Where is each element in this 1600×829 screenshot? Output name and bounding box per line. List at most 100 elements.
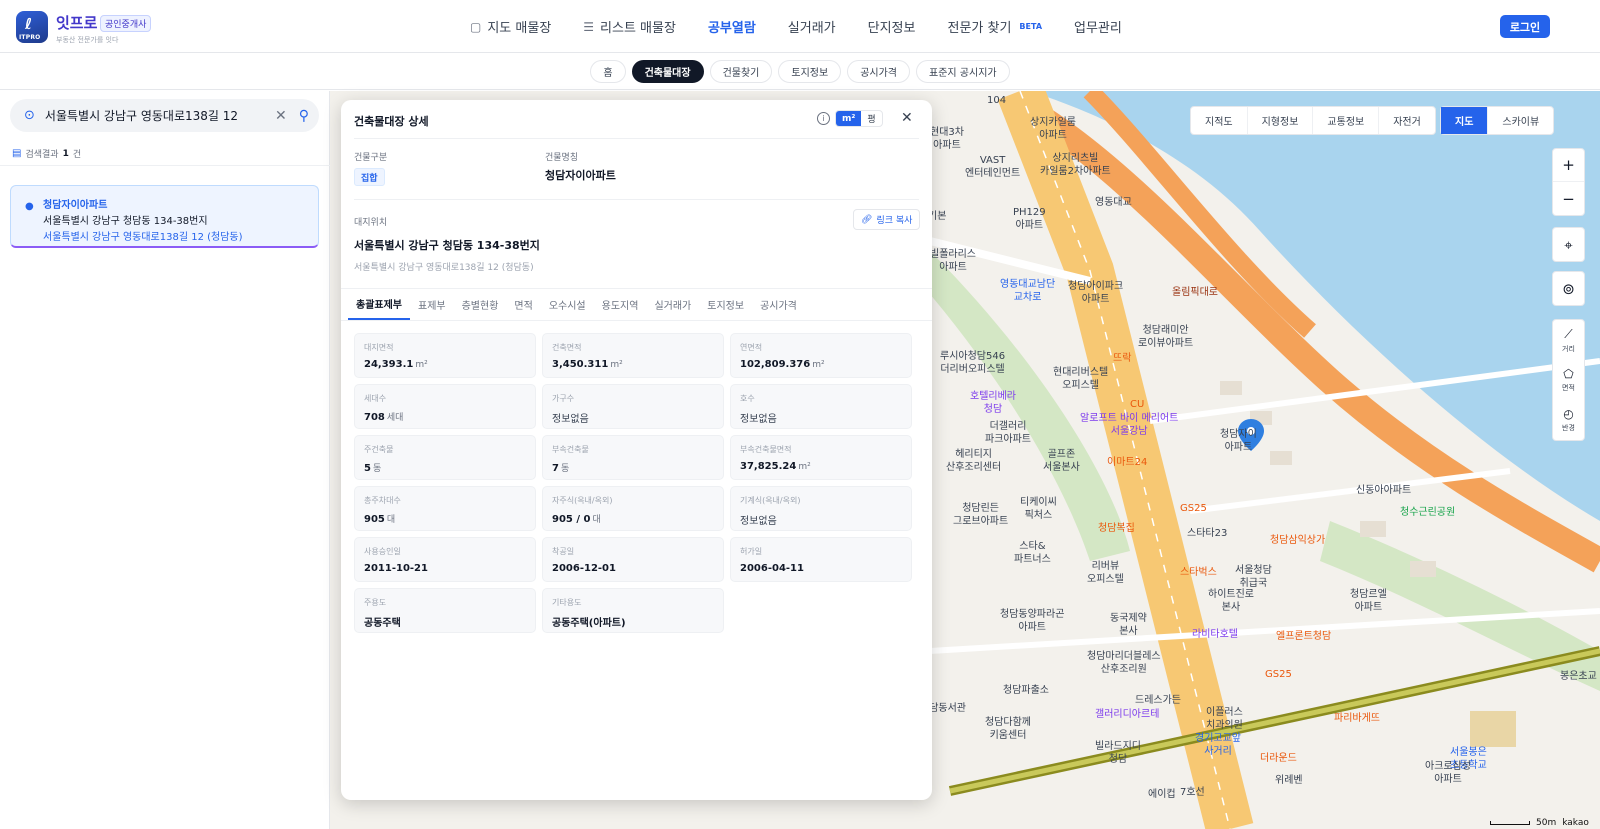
map-label-3[interactable]: VAST 엔터테인먼트	[965, 155, 1020, 180]
zoom-out-button[interactable]: −	[1553, 182, 1584, 215]
nav-item-4[interactable]: 단지정보	[868, 17, 916, 36]
map-label-23[interactable]: 이마트24	[1107, 457, 1147, 470]
search-input[interactable]: 서울특별시 강남구 영동대로138길 12	[45, 107, 275, 124]
map-label-58[interactable]: 7호선	[1180, 787, 1205, 800]
search-bar[interactable]: ⊙ 서울특별시 강남구 영동대로138길 12 ✕ ⚲	[10, 99, 319, 132]
copy-link-button[interactable]: 🔗︎ 링크 복사	[853, 209, 921, 230]
map-label-13[interactable]: 루시아청담546 더리버오피스텔	[940, 351, 1005, 376]
map-label-57[interactable]: 에이컵	[1148, 789, 1176, 802]
map-label-27[interactable]: 청수근린공원	[1400, 507, 1455, 520]
map-label-15[interactable]: 현대리버스텔 오피스텔	[1053, 367, 1108, 392]
map-label-54[interactable]: 빌라드지디 청담	[1095, 741, 1141, 766]
map-label-47[interactable]: 청담다함께 키움센터	[985, 717, 1031, 742]
map-label-35[interactable]: 서울청담 취급국	[1235, 565, 1272, 590]
map-label-39[interactable]: 동국제약 본사	[1110, 613, 1147, 638]
subnav-pill-4[interactable]: 공시가격	[847, 59, 911, 83]
map-label-44[interactable]: 청담파출소	[1003, 685, 1049, 698]
map-label-21[interactable]: 헤리티지 산후조리센터	[946, 449, 1001, 474]
map-view-button-0[interactable]: 지도	[1441, 107, 1489, 134]
map-label-34[interactable]: 스타벅스	[1180, 567, 1217, 580]
map-label-36[interactable]: 하이트진로 본사	[1208, 589, 1254, 614]
brand-name[interactable]: 잇프로	[56, 12, 97, 33]
map-label-28[interactable]: 청담린든 그로브아파트	[953, 503, 1008, 528]
search-icon[interactable]: ⚲	[299, 108, 309, 124]
map-label-10[interactable]: 청담아이파크 아파트	[1068, 281, 1123, 306]
radius-tool-button[interactable]: ◴ 반경	[1553, 400, 1584, 440]
map-label-38[interactable]: 청담동양파라곤 아파트	[1000, 609, 1064, 634]
map-label-26[interactable]: GS25	[1180, 503, 1207, 516]
roadview-button[interactable]: ⊚	[1553, 272, 1584, 305]
map-label-7[interactable]: PH129 아파트	[1013, 207, 1046, 232]
map-layer-button-1[interactable]: 지형정보	[1248, 107, 1314, 134]
tab-2[interactable]: 층별현황	[454, 289, 507, 320]
map-label-29[interactable]: 청담복집	[1098, 523, 1135, 536]
close-icon[interactable]: ✕	[901, 110, 913, 126]
subnav-pill-1[interactable]: 건축물대장	[631, 59, 704, 83]
map-label-30[interactable]: 스타& 파트너스	[1014, 541, 1051, 566]
nav-item-0[interactable]: ▢ 지도 매물장	[470, 17, 551, 37]
map-label-24[interactable]: 신동아아파트	[1356, 485, 1411, 498]
map-label-40[interactable]: 라비타호텔	[1192, 629, 1238, 642]
map-label-16[interactable]: 호텔리베라 청담	[970, 391, 1016, 416]
map-label-5[interactable]: 영동대교	[1095, 197, 1132, 210]
map-label-0[interactable]: 104	[987, 95, 1006, 108]
subnav-pill-2[interactable]: 건물찾기	[709, 59, 773, 83]
current-location-button[interactable]: ⌖	[1553, 228, 1584, 261]
map-label-12[interactable]: 청담래미안 로이뷰아파트	[1138, 325, 1193, 350]
tab-7[interactable]: 토지정보	[699, 289, 752, 320]
tab-0[interactable]: 총괄표제부	[348, 289, 410, 320]
map-label-48[interactable]: 갤러리디아르테	[1095, 709, 1159, 722]
map-label-51[interactable]: 경기고교앞 사거리	[1195, 733, 1241, 758]
map-label-19[interactable]: 더갤러리 파크아파트	[985, 421, 1031, 446]
map-label-20[interactable]: 청담자이 아파트	[1220, 429, 1257, 454]
map-label-18[interactable]: CU	[1130, 399, 1144, 412]
map-label-9[interactable]: 영동대교남단 교차로	[1000, 279, 1055, 304]
tab-1[interactable]: 표제부	[410, 289, 454, 320]
nav-item-5[interactable]: 전문가 찾기 BETA	[947, 17, 1042, 36]
map-label-4[interactable]: 상지리츠빌 카일룸2차아파트	[1040, 153, 1111, 178]
tab-3[interactable]: 면적	[506, 289, 540, 320]
zoom-in-button[interactable]: +	[1553, 149, 1584, 182]
map-label-56[interactable]: 위례벤	[1275, 775, 1303, 788]
tab-6[interactable]: 실거래가	[646, 289, 699, 320]
clear-icon[interactable]: ✕	[275, 108, 287, 124]
map-label-2[interactable]: 현대3차 아파트	[930, 127, 964, 152]
tab-8[interactable]: 공시가격	[752, 289, 805, 320]
subnav-pill-0[interactable]: 홈	[590, 59, 626, 83]
area-tool-button[interactable]: ⬠ 면적	[1553, 360, 1584, 400]
distance-tool-button[interactable]: ⟋ 거리	[1553, 320, 1584, 360]
map-layer-button-2[interactable]: 교통정보	[1313, 107, 1380, 134]
map-label-22[interactable]: 골프존 서울본사	[1043, 449, 1080, 474]
unit-pyeong-button[interactable]: 평	[861, 111, 881, 126]
map-label-33[interactable]: 리버뷰 오피스텔	[1087, 561, 1124, 586]
map-label-31[interactable]: 스타타23	[1187, 528, 1227, 541]
unit-m2-button[interactable]: m²	[836, 111, 862, 126]
map-label-37[interactable]: 청담르엘 아파트	[1350, 589, 1387, 614]
login-button[interactable]: 로그인	[1500, 15, 1550, 38]
tab-5[interactable]: 용도지역	[594, 289, 647, 320]
info-icon[interactable]: i	[817, 112, 830, 125]
tab-4[interactable]: 오수시설	[541, 289, 594, 320]
map-label-32[interactable]: 청담삼익상가	[1270, 535, 1325, 548]
map-label-41[interactable]: 엘프론트청담	[1276, 631, 1331, 644]
map-label-17[interactable]: 알로프트 바이 메리어트 서울강남	[1080, 413, 1178, 438]
search-result-item[interactable]: ● 청담자이아파트 서울특별시 강남구 청담동 134-38번지 서울특별시 강…	[10, 185, 319, 248]
map-label-49[interactable]: 이플러스 치과의원	[1206, 707, 1243, 732]
map-view-button-1[interactable]: 스카이뷰	[1488, 107, 1553, 134]
nav-item-6[interactable]: 업무관리	[1074, 17, 1122, 36]
subnav-pill-3[interactable]: 토지정보	[778, 59, 842, 83]
map-label-43[interactable]: GS25	[1265, 669, 1292, 682]
map-layer-button-0[interactable]: 지적도	[1191, 107, 1248, 134]
map-label-50[interactable]: 파리바게뜨	[1334, 713, 1380, 726]
itpro-logo[interactable]: ℓ ITPRO	[16, 11, 48, 43]
map-label-52[interactable]: 더라운드	[1260, 753, 1297, 766]
map-label-14[interactable]: 뜨락	[1113, 353, 1131, 366]
map-label-45[interactable]: 드레스가든	[1135, 695, 1181, 708]
map-layer-button-3[interactable]: 자전거	[1379, 107, 1435, 134]
nav-item-2[interactable]: 공부열람	[708, 17, 756, 36]
map-label-1[interactable]: 상지카일룸 아파트	[1030, 117, 1076, 142]
map-label-42[interactable]: 청담마리더블레스 산후조리원	[1087, 651, 1161, 676]
map-label-55[interactable]: 아크로삼성 아파트	[1425, 761, 1471, 786]
map-label-25[interactable]: 티케이씨 픽처스	[1020, 497, 1057, 522]
subnav-pill-5[interactable]: 표준지 공시지가	[916, 59, 1010, 83]
